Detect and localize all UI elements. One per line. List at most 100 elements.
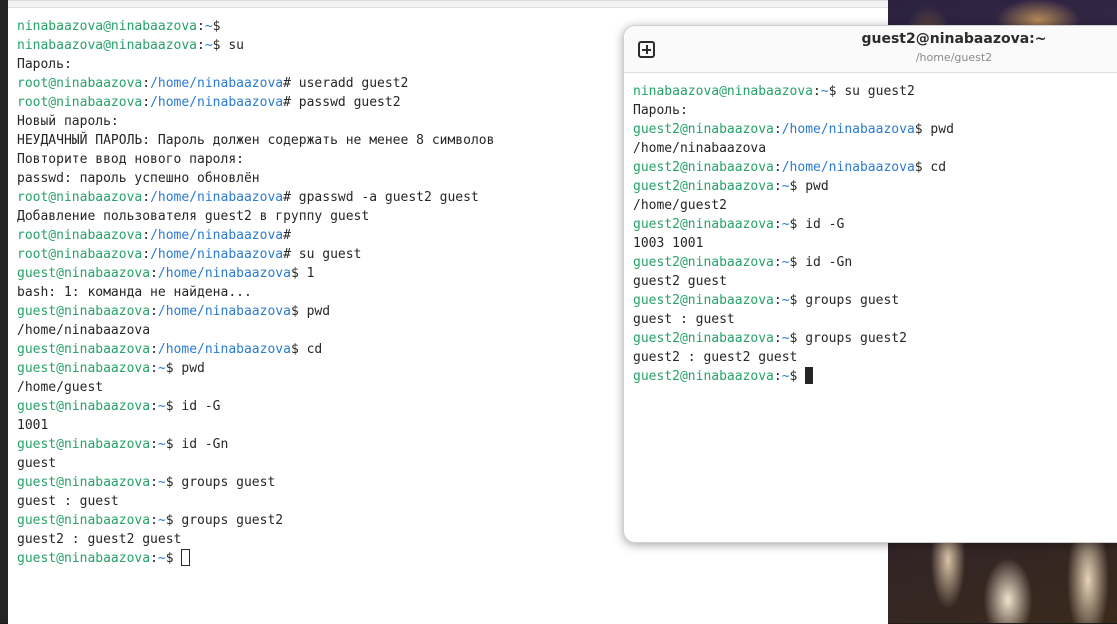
prompt-path: /home/ninabaazova	[157, 304, 291, 319]
terminal-line: Повторите ввод нового пароля:	[17, 150, 494, 169]
prompt-path: ~	[204, 19, 213, 34]
prompt-user-host: guest@ninabaazova	[17, 304, 151, 319]
prompt-path: /home/ninabaazova	[150, 76, 284, 91]
terminal-line: 1003 1001	[633, 234, 954, 253]
terminal-line: ninabaazova@ninabaazova:~$	[17, 17, 494, 36]
terminal-line: ninabaazova@ninabaazova:~$ su guest2	[633, 82, 954, 101]
terminal-text: guest	[17, 456, 57, 471]
text-cursor	[181, 549, 191, 566]
terminal-text: :	[773, 293, 782, 308]
new-tab-icon[interactable]	[638, 41, 655, 58]
terminal-text: $ su guest2	[828, 84, 915, 99]
terminal-line: root@ninabaazova:/home/ninabaazova# su g…	[17, 245, 494, 264]
terminal-text: #	[283, 228, 291, 243]
text-cursor	[805, 367, 814, 384]
prompt-user-host: guest2@ninabaazova	[633, 122, 774, 137]
terminal-line: guest2@ninabaazova:~$ pwd	[633, 177, 954, 196]
terminal-text: guest2 : guest2 guest	[17, 532, 182, 547]
terminal-text: :	[150, 304, 158, 319]
terminal-line: guest@ninabaazova:~$ id -G	[17, 397, 494, 416]
prompt-user-host: guest@ninabaazova	[17, 361, 151, 376]
terminal-header-bar[interactable]: guest2@ninabaazova:~ /home/guest2	[624, 26, 1117, 73]
terminal-line: /home/guest	[17, 378, 494, 397]
terminal-line: guest2 : guest2 guest	[17, 530, 494, 549]
terminal-line: guest2@ninabaazova:~$ id -G	[633, 215, 954, 234]
terminal-line: guest2@ninabaazova:~$ groups guest2	[633, 329, 954, 348]
terminal-line: guest@ninabaazova:~$ groups guest2	[17, 511, 494, 530]
terminal-text: guest : guest	[633, 312, 735, 327]
terminal-line: root@ninabaazova:/home/ninabaazova# gpas…	[17, 188, 494, 207]
prompt-path: /home/ninabaazova	[150, 190, 284, 205]
prompt-path: ~	[781, 179, 790, 194]
terminal-line: root@ninabaazova:/home/ninabaazova#	[17, 226, 494, 245]
terminal-text: # su guest	[283, 247, 362, 262]
prompt-path: /home/ninabaazova	[157, 342, 291, 357]
terminal-text: /home/guest	[17, 380, 104, 395]
terminal-line: guest2 : guest2 guest	[633, 348, 954, 367]
terminal-text: $ groups guest	[165, 475, 276, 490]
terminal-line: guest@ninabaazova:/home/ninabaazova$ cd	[17, 340, 494, 359]
prompt-user-host: guest@ninabaazova	[17, 551, 151, 566]
prompt-path: ~	[157, 361, 166, 376]
terminal-text: # useradd guest2	[283, 76, 409, 91]
terminal-line: guest@ninabaazova:~$ pwd	[17, 359, 494, 378]
prompt-user-host: guest@ninabaazova	[17, 475, 151, 490]
terminal-line: guest2 guest	[633, 272, 954, 291]
terminal-text: $ id -G	[165, 399, 221, 414]
prompt-path: /home/ninabaazova	[150, 247, 284, 262]
terminal-text: :	[142, 247, 151, 262]
terminal-text: # passwd guest2	[283, 95, 401, 110]
prompt-path: /home/ninabaazova	[150, 95, 284, 110]
terminal-main-output[interactable]: ninabaazova@ninabaazova:~$ ninabaazova@ni…	[17, 17, 494, 568]
terminal-text: :	[142, 228, 151, 243]
terminal-text: Пароль:	[633, 103, 688, 118]
terminal-window-guest2[interactable]: guest2@ninabaazova:~ /home/guest2 ninaba…	[623, 25, 1117, 543]
terminal-text: $	[789, 369, 806, 384]
terminal-text: :	[197, 38, 205, 53]
terminal-text: Повторите ввод нового пароля:	[17, 152, 244, 167]
terminal-text: $ pwd	[165, 361, 205, 376]
terminal-line: /home/guest2	[633, 196, 954, 215]
terminal-text: :	[197, 19, 205, 34]
prompt-user-host: ninabaazova@ninabaazova	[633, 84, 814, 99]
prompt-path: ~	[781, 255, 790, 270]
terminal-text: /home/guest2	[633, 198, 727, 213]
terminal-text: $ groups guest2	[789, 331, 907, 346]
terminal-text: $ 1	[290, 266, 315, 281]
terminal-line: /home/ninabaazova	[17, 321, 494, 340]
terminal-text: /home/ninabaazova	[17, 323, 151, 338]
prompt-path: ~	[781, 331, 790, 346]
terminal-text: :	[773, 331, 782, 346]
terminal-text: Добавление пользователя guest2 в группу …	[17, 209, 370, 224]
terminal-text: :	[773, 255, 782, 270]
terminal-text: :	[142, 190, 151, 205]
prompt-user-host: ninabaazova@ninabaazova	[17, 38, 198, 53]
window-edge	[0, 0, 8, 623]
terminal-line: guest2@ninabaazova:~$	[633, 367, 954, 386]
terminal-line: guest : guest	[17, 492, 494, 511]
window-title: guest2@ninabaazova:~	[861, 31, 1047, 47]
terminal-text: НЕУДАЧНЫЙ ПАРОЛЬ: Пароль должен содержат…	[17, 133, 495, 148]
terminal-text: $ su	[212, 38, 244, 53]
terminal-text: :	[150, 342, 158, 357]
prompt-user-host: guest2@ninabaazova	[633, 217, 774, 232]
terminal-text: $ pwd	[789, 179, 829, 194]
terminal-text: $ id -Gn	[789, 255, 853, 270]
terminal-text: :	[773, 160, 782, 175]
terminal-text: passwd: пароль успешно обновлён	[17, 171, 260, 186]
prompt-path: ~	[781, 293, 790, 308]
terminal-line: guest2@ninabaazova:~$ id -Gn	[633, 253, 954, 272]
terminal-line: guest@ninabaazova:~$ id -Gn	[17, 435, 494, 454]
terminal-line: ninabaazova@ninabaazova:~$ su	[17, 36, 494, 55]
prompt-path: ~	[781, 369, 790, 384]
prompt-path: /home/ninabaazova	[781, 122, 915, 137]
terminal-line: root@ninabaazova:/home/ninabaazova# pass…	[17, 93, 494, 112]
terminal-guest2-output[interactable]: ninabaazova@ninabaazova:~$ su guest2 Паро…	[633, 82, 954, 386]
prompt-path: ~	[820, 84, 829, 99]
terminal-line: 1001	[17, 416, 494, 435]
terminal-text: $	[165, 551, 182, 566]
terminal-text: :	[813, 84, 821, 99]
terminal-line: guest@ninabaazova:~$ groups guest	[17, 473, 494, 492]
terminal-text: Новый пароль:	[17, 114, 119, 129]
terminal-line: Пароль:	[633, 101, 954, 120]
